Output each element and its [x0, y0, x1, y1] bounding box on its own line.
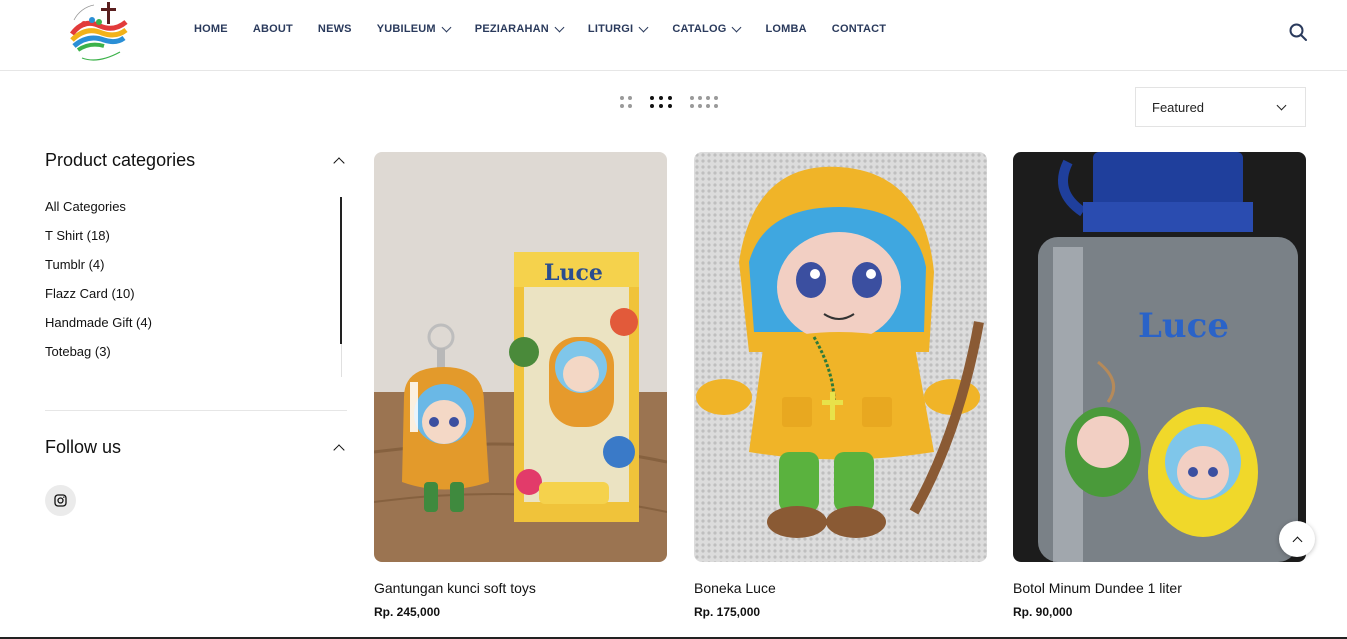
chevron-up-icon[interactable]: [333, 443, 345, 456]
chevron-down-icon: [554, 22, 565, 33]
instagram-button[interactable]: [45, 485, 76, 516]
sort-select-value: Featured: [1152, 99, 1205, 115]
main-nav: HOME ABOUT NEWS YUBILEUM PEZIARAHAN LITU…: [194, 22, 911, 35]
nav-home-label: HOME: [194, 23, 228, 35]
nav-liturgi-label: LITURGI: [587, 23, 634, 35]
nav-lomba-label: LOMBA: [765, 23, 807, 35]
grid-3-columns-icon[interactable]: [650, 96, 672, 108]
product-image[interactable]: Luce: [1013, 152, 1306, 562]
nav-home[interactable]: HOME: [194, 23, 228, 35]
grid-2-columns-icon[interactable]: [620, 96, 632, 108]
nav-about-label: ABOUT: [252, 23, 293, 35]
category-list: All Categories T Shirt (18) Tumblr (4) F…: [45, 197, 347, 377]
category-item[interactable]: Handmade Gift (4): [45, 313, 347, 342]
nav-news[interactable]: NEWS: [318, 23, 352, 35]
product-price: Rp. 245,000: [374, 605, 441, 619]
search-icon[interactable]: [1288, 22, 1308, 42]
sidebar-divider: [45, 410, 347, 411]
site-header: HOME ABOUT NEWS YUBILEUM PEZIARAHAN LITU…: [0, 0, 1347, 71]
product-price: Rp. 175,000: [694, 605, 761, 619]
product-image[interactable]: Luce: [374, 152, 667, 562]
nav-news-label: NEWS: [317, 23, 352, 35]
back-to-top-button[interactable]: [1279, 521, 1315, 557]
chevron-down-icon: [441, 22, 452, 33]
instagram-icon: [54, 494, 67, 507]
grid-4-columns-icon[interactable]: [690, 96, 718, 108]
follow-us-title: Follow us: [45, 437, 122, 457]
product-image[interactable]: [694, 152, 987, 562]
product-name[interactable]: Botol Minum Dundee 1 liter: [1013, 580, 1306, 596]
nav-lomba[interactable]: LOMBA: [765, 23, 806, 35]
nav-catalog[interactable]: CATALOG: [672, 22, 742, 35]
category-item[interactable]: Totebag (3): [45, 342, 347, 371]
follow-us-header[interactable]: Follow us: [45, 437, 347, 458]
product-name[interactable]: Boneka Luce: [694, 580, 987, 596]
nav-contact-label: CONTACT: [831, 23, 887, 35]
product-price: Rp. 90,000: [1013, 605, 1073, 619]
chevron-down-icon: [1276, 100, 1287, 111]
product-name[interactable]: Gantungan kunci soft toys: [374, 580, 667, 596]
sort-select[interactable]: Featured: [1135, 87, 1306, 127]
category-item[interactable]: Flazz Card (10): [45, 284, 347, 313]
nav-yubileum-label: YUBILEUM: [376, 23, 436, 35]
grid-view-toggles: [620, 96, 736, 108]
chevron-down-icon: [732, 22, 742, 33]
nav-peziarahan-label: PEZIARAHAN: [474, 23, 549, 35]
product-card[interactable]: Boneka Luce Rp. 175,000: [694, 152, 987, 619]
box-label: Luce: [544, 260, 603, 286]
product-categories-title: Product categories: [45, 150, 196, 170]
nav-about[interactable]: ABOUT: [253, 23, 293, 35]
chevron-up-icon: [1292, 536, 1302, 546]
product-card[interactable]: Luce Botol Minum Dundee 1 liter Rp. 90,0…: [1013, 152, 1306, 619]
bottle-label: Luce: [1138, 306, 1229, 346]
shop-sidebar: Product categories All Categories T Shir…: [45, 150, 347, 516]
site-logo[interactable]: [64, 0, 134, 66]
chevron-up-icon[interactable]: [333, 156, 345, 169]
nav-contact[interactable]: CONTACT: [832, 23, 886, 35]
category-item[interactable]: All Categories: [45, 197, 347, 226]
chevron-down-icon: [638, 22, 649, 33]
nav-catalog-label: CATALOG: [672, 23, 727, 35]
category-scrollbar-thumb[interactable]: [340, 197, 342, 344]
nav-peziarahan[interactable]: PEZIARAHAN: [474, 22, 565, 35]
category-item[interactable]: T Shirt (18): [45, 226, 347, 255]
product-card[interactable]: Luce Gantungan kunci soft toys Rp. 245,0…: [374, 152, 667, 619]
nav-yubileum[interactable]: YUBILEUM: [376, 22, 452, 35]
nav-liturgi[interactable]: LITURGI: [587, 22, 649, 35]
category-item[interactable]: Tumblr (4): [45, 255, 347, 284]
product-categories-header[interactable]: Product categories: [45, 150, 347, 171]
